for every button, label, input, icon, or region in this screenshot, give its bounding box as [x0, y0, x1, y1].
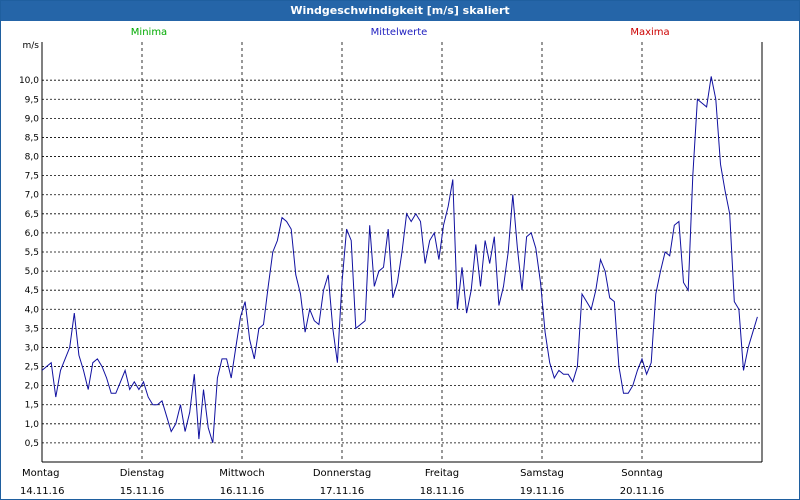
- y-tick-label: 4,0: [25, 305, 40, 315]
- y-tick-label: 3,0: [25, 343, 40, 353]
- y-tick-label: 1,0: [25, 420, 40, 430]
- x-date-label: 14.11.16: [20, 486, 65, 497]
- y-tick-label: 4,5: [25, 286, 39, 296]
- x-date-label: 15.11.16: [120, 486, 165, 497]
- y-tick-label: 5,5: [25, 248, 39, 258]
- legend: Minima Mittelwerte Maxima: [131, 27, 670, 38]
- y-tick-label: 9,0: [25, 114, 40, 124]
- y-tick-label: 8,0: [25, 153, 40, 163]
- x-day-name-label: Donnerstag: [313, 468, 371, 479]
- y-axis-unit: m/s: [23, 41, 40, 51]
- window-title: Windgeschwindigkeit [m/s] skaliert: [1, 1, 799, 21]
- x-date-label: 17.11.16: [320, 486, 365, 497]
- x-date-label: 19.11.16: [520, 486, 565, 497]
- y-tick-label: 8,5: [25, 133, 39, 143]
- x-day-name-label: Mittwoch: [219, 468, 264, 479]
- x-date-label: 16.11.16: [220, 486, 265, 497]
- series-line: [41, 76, 758, 444]
- y-tick-label: 7,5: [25, 172, 39, 182]
- x-day-name-label: Montag: [22, 468, 59, 479]
- x-day-name-label: Freitag: [425, 468, 459, 479]
- series-lines: [41, 76, 758, 444]
- legend-item: Maxima: [630, 27, 669, 38]
- y-tick-label: 9,5: [25, 95, 39, 105]
- y-tick-label: 2,0: [25, 382, 40, 392]
- x-day-name-label: Dienstag: [120, 468, 165, 479]
- y-tick-label: 10,0: [19, 76, 39, 86]
- chart-window: Windgeschwindigkeit [m/s] skaliert Minim…: [0, 0, 800, 500]
- y-tick-label: 2,5: [25, 363, 39, 373]
- x-day-name-label: Sonntag: [621, 468, 663, 479]
- y-tick-label: 6,0: [25, 229, 40, 239]
- legend-item: Minima: [131, 27, 167, 38]
- legend-item: Mittelwerte: [371, 27, 428, 38]
- y-tick-label: 3,5: [25, 324, 39, 334]
- x-date-label: 20.11.16: [620, 486, 665, 497]
- y-tick-label: 0,5: [25, 439, 39, 449]
- x-day-name-label: Samstag: [520, 468, 564, 479]
- y-tick-label: 5,0: [25, 267, 40, 277]
- line-chart: Minima Mittelwerte Maxima 0,5 1,0 1,5 2,0 2,5 3…: [19, 27, 763, 497]
- y-tick-label: 7,0: [25, 191, 40, 201]
- x-date-label: 18.11.16: [420, 486, 465, 497]
- y-tick-label: 6,5: [25, 210, 39, 220]
- y-tick-label: 1,5: [25, 401, 39, 411]
